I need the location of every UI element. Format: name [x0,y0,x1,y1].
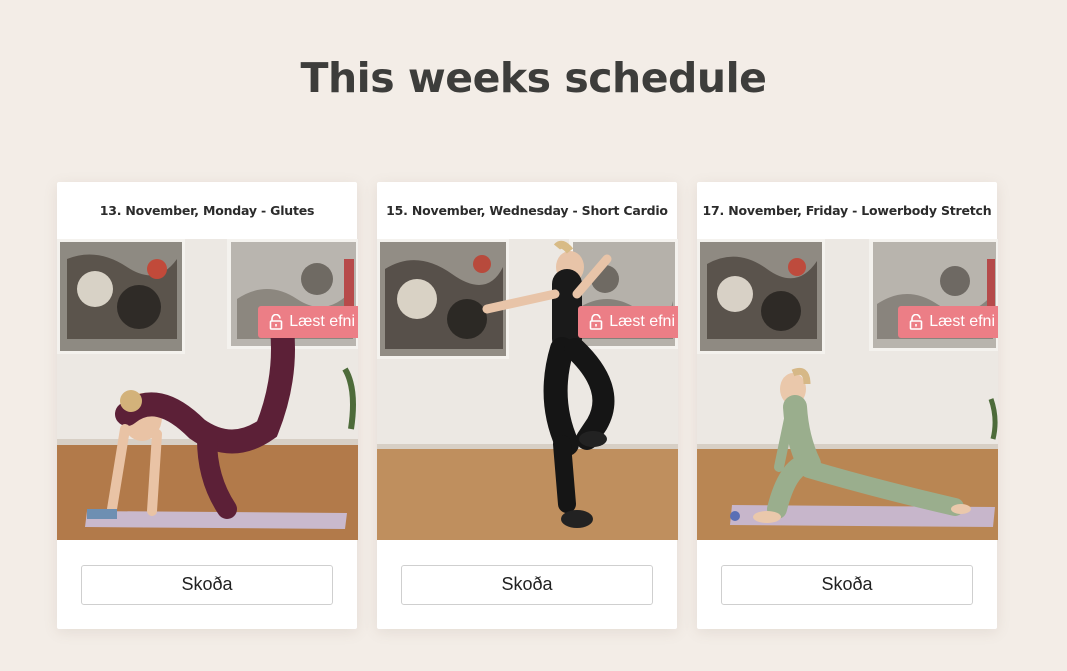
schedule-cards: 13. November, Monday - Glutes Læst efni … [57,182,998,629]
unlock-icon [589,314,603,330]
workout-photo-glutes [57,239,358,540]
unlock-icon [909,314,923,330]
card-title: 15. November, Wednesday - Short Cardio [386,203,668,218]
locked-content-badge: Læst efni [578,306,678,344]
view-button[interactable]: Skoða [81,564,333,605]
card-footer: Skoða [377,540,677,629]
badge-label: Læst efni [289,313,355,330]
locked-content-badge: Læst efni [258,306,358,344]
card-footer: Skoða [697,540,997,629]
view-button[interactable]: Skoða [721,564,973,605]
unlock-icon [269,314,283,330]
workout-card-friday: 17. November, Friday - Lowerbody Stretch [697,182,998,629]
workout-card-wednesday: 15. November, Wednesday - Short Cardio L… [377,182,678,629]
workout-card-monday: 13. November, Monday - Glutes Læst efni … [57,182,358,629]
badge-label: Læst efni [929,313,995,330]
workout-thumbnail[interactable]: Læst efni [57,239,358,540]
view-button[interactable]: Skoða [401,564,653,605]
card-footer: Skoða [57,540,357,629]
card-title: 17. November, Friday - Lowerbody Stretch [702,203,992,218]
workout-photo-stretch [697,239,998,540]
workout-photo-cardio [377,239,678,540]
page-title: This weeks schedule [300,54,767,102]
badge-label: Læst efni [609,313,675,330]
workout-thumbnail[interactable]: Læst efni [377,239,678,540]
workout-thumbnail[interactable]: Læst efni [697,239,998,540]
card-title: 13. November, Monday - Glutes [99,203,315,218]
locked-content-badge: Læst efni [898,306,998,344]
